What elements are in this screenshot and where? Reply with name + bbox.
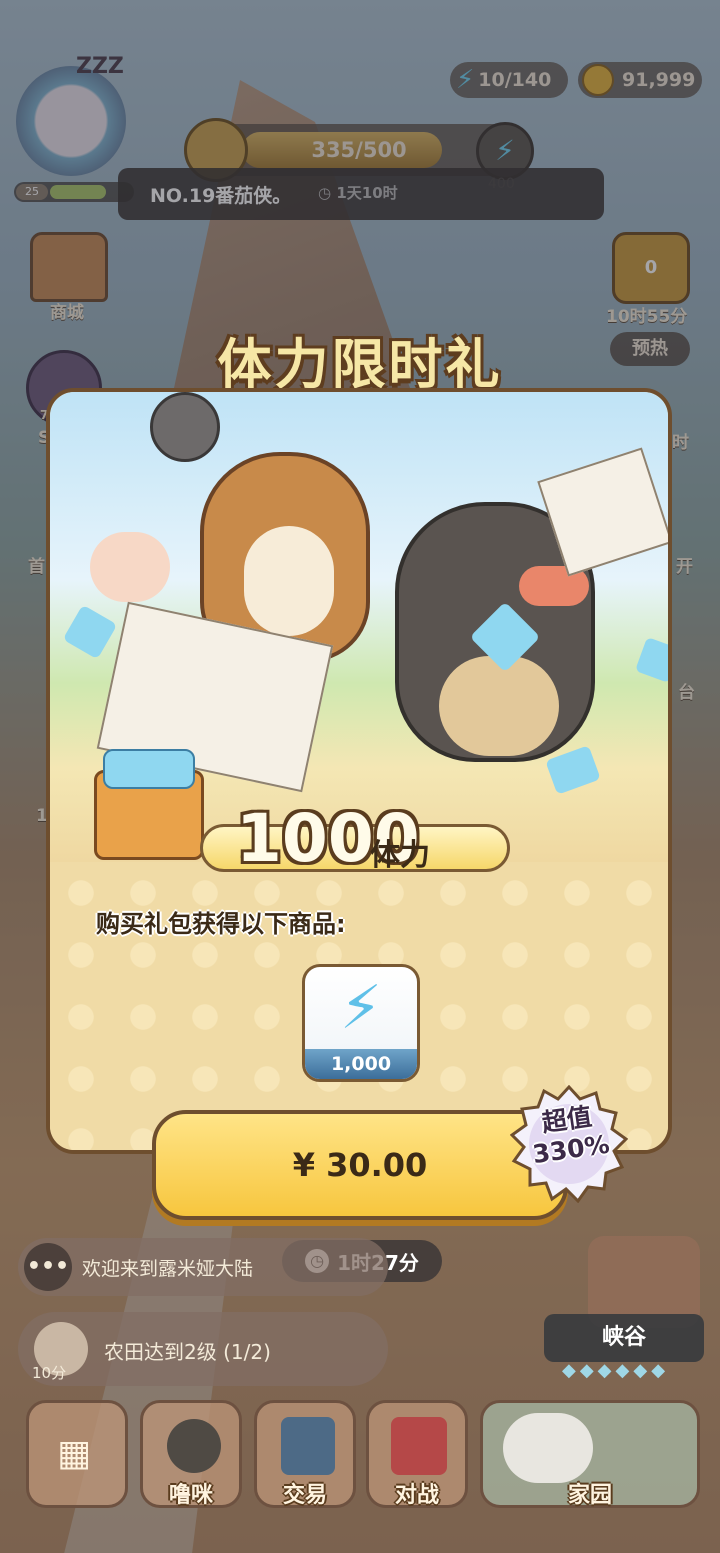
chat-bar[interactable]: ••• 欢迎来到露米娅大陆	[18, 1238, 388, 1296]
grid-menu-icon: ▦	[57, 1433, 92, 1474]
trade-machine-icon	[281, 1417, 335, 1475]
crystal-chest-icon	[94, 749, 204, 860]
crystal-icon	[545, 745, 601, 795]
buy-button[interactable]: ¥ 30.00	[152, 1110, 568, 1220]
reward-item-count: 1,000	[305, 1049, 417, 1079]
task-text: 农田达到2级 (1/2)	[104, 1340, 271, 1364]
energy-unit: 体力	[370, 838, 430, 873]
pack-description: 购买礼包获得以下商品:	[96, 910, 346, 938]
value-badge-text: 超值 330%	[506, 1097, 631, 1173]
region-label: 峡谷	[544, 1314, 704, 1362]
nav-trade[interactable]: 交易	[254, 1400, 356, 1508]
task-timer: 10分	[32, 1364, 67, 1382]
nav-battle[interactable]: 对战	[366, 1400, 468, 1508]
region-stars: ◆◆◆◆◆◆	[562, 1360, 670, 1381]
chat-text: 欢迎来到露米娅大陆	[82, 1257, 254, 1280]
battle-cards-icon	[391, 1417, 447, 1475]
nav-pets[interactable]: 噜咪	[140, 1400, 242, 1508]
gift-pack-card: 1000 体力 购买礼包获得以下商品: ⚡ 1,000	[46, 388, 672, 1154]
nav-home[interactable]: 家园	[480, 1400, 700, 1508]
nav-pets-label: 噜咪	[168, 1483, 213, 1508]
reward-item-energy[interactable]: ⚡ 1,000	[302, 964, 420, 1082]
nav-battle-label: 对战	[394, 1483, 439, 1508]
energy-bolt-icon: ⚡	[339, 973, 383, 1043]
crystal-icon	[62, 604, 118, 660]
radish-character	[90, 532, 170, 602]
home-mascot-icon	[503, 1413, 593, 1483]
price-label: ¥ 30.00	[292, 1146, 428, 1184]
menu-button[interactable]: ▦	[26, 1400, 128, 1508]
chat-icon: •••	[24, 1243, 72, 1291]
value-badge-text-wrap: 超值 330%	[510, 1085, 628, 1203]
nav-home-label: 家园	[567, 1483, 612, 1508]
bird-character	[150, 392, 220, 462]
task-bar[interactable]: 10分 农田达到2级 (1/2)	[18, 1312, 388, 1386]
nav-trade-label: 交易	[282, 1483, 327, 1508]
pet-icon	[167, 1419, 221, 1473]
crystal-icon	[634, 636, 668, 684]
